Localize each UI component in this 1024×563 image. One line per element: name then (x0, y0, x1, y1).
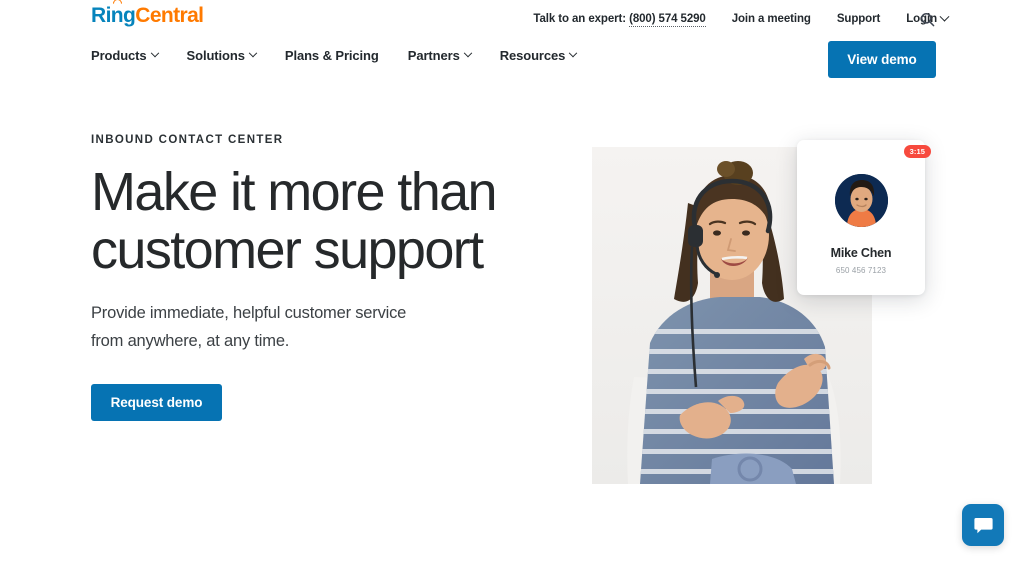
page-root: Ring Central Talk to an expert: (800) 574… (0, 0, 1024, 563)
contact-phone: 650 456 7123 (835, 266, 887, 275)
chevron-down-icon (463, 48, 472, 57)
chevron-down-icon (939, 11, 950, 22)
avatar (834, 174, 888, 227)
chevron-down-icon (150, 48, 159, 57)
support-label: Support (836, 13, 881, 25)
chevron-down-icon (569, 48, 578, 57)
nav-item-solutions[interactable]: Solutions (186, 48, 258, 63)
nav-item-resources[interactable]: Resources (499, 48, 578, 63)
main-navigation: Products Solutions Plans & Pricing Partn… (91, 48, 578, 63)
request-demo-button[interactable]: Request demo (91, 384, 222, 421)
hero-eyebrow: INBOUND CONTACT CENTER (91, 134, 284, 146)
hero-content: INBOUND CONTACT CENTER Make it more than… (91, 134, 521, 421)
logo-signal-icon (112, 0, 122, 5)
support-link[interactable]: Support (837, 13, 880, 25)
nav-label: Resources (499, 48, 566, 63)
nav-label: Products (91, 48, 147, 63)
hero-media: 3:15 Mike Chen 650 456 7123 (560, 120, 980, 485)
chat-widget-button[interactable] (962, 504, 1004, 546)
utility-bar: Talk to an expert: (800) 574 5290 Join a… (0, 8, 1024, 30)
search-icon (920, 12, 934, 26)
join-meeting-label: Join a meeting (731, 13, 811, 25)
hero-subheading: Provide immediate, helpful customer serv… (91, 304, 407, 350)
join-meeting-link[interactable]: Join a meeting (732, 13, 811, 25)
contact-card[interactable]: 3:15 Mike Chen 650 456 7123 (797, 140, 931, 295)
page-title: Make it more than customer support (91, 162, 498, 280)
chat-bubble-icon (973, 517, 993, 533)
nav-label: Solutions (186, 48, 245, 63)
talk-to-expert: Talk to an expert: (800) 574 5290 (533, 13, 706, 27)
expert-phone-link[interactable]: (800) 574 5290 (629, 13, 706, 27)
view-demo-button[interactable]: View demo (828, 41, 936, 78)
nav-item-partners[interactable]: Partners (407, 48, 472, 63)
chevron-down-icon (248, 48, 258, 57)
nav-label: Partners (407, 48, 460, 63)
call-timer-badge: 3:15 (903, 145, 931, 158)
nav-item-plans-pricing[interactable]: Plans & Pricing (285, 48, 379, 63)
talk-to-expert-label: Talk to an expert: (533, 13, 626, 25)
nav-item-products[interactable]: Products (91, 48, 159, 63)
avatar-photo (834, 174, 888, 227)
contact-name: Mike Chen (830, 246, 892, 260)
search-button[interactable] (916, 8, 938, 30)
nav-label: Plans & Pricing (284, 48, 379, 63)
